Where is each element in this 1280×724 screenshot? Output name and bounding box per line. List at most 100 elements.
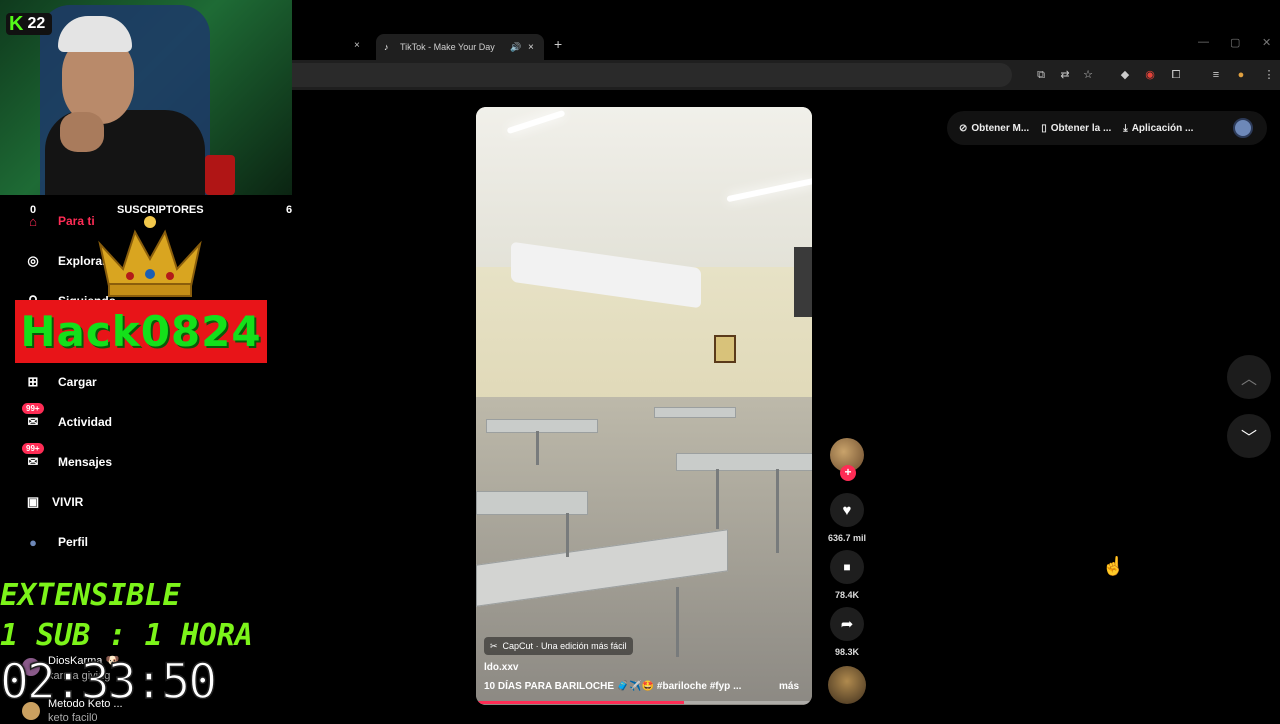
sidebar-item-label: Perfil (58, 535, 89, 549)
tab-previous[interactable]: × (292, 34, 374, 60)
desk-leg (536, 431, 539, 465)
download-icon: ⤓ (1123, 122, 1128, 134)
tab-close-icon[interactable]: × (354, 40, 360, 51)
sub-goal-end: 6 (286, 204, 293, 216)
media-control-icon[interactable]: ≡ (1209, 68, 1223, 82)
compass-icon: ◎ (27, 253, 39, 268)
extension-shield-icon[interactable]: ◉ (1143, 68, 1157, 82)
save-count: 78.4K (834, 590, 860, 600)
crown-icon (98, 216, 202, 297)
music-disc[interactable] (828, 666, 866, 704)
get-app-label: Obtener la ... (1050, 122, 1112, 134)
extensions-puzzle-icon[interactable]: ⧠ (1169, 68, 1183, 82)
streamer-name-banner: Hack0824 (15, 300, 267, 363)
live-icon: ▣ (26, 494, 40, 509)
sidebar-item-upload[interactable]: ⊞ Cargar (22, 371, 97, 393)
get-coins-button[interactable]: ⊘ Obtener M... (959, 123, 1029, 134)
cast-icon[interactable]: ⧉ (1034, 68, 1048, 82)
more-button[interactable]: más (779, 681, 799, 692)
sidebar-item-activity[interactable]: ✉ 99+ Actividad (22, 403, 112, 433)
video-player[interactable]: ✂ CapCut · Una edición más fácil ldo.xxv… (476, 107, 812, 705)
menu-kebab-icon[interactable]: ⋮ (1262, 68, 1276, 82)
previous-video-button[interactable]: ︿ (1227, 355, 1271, 399)
phone-icon: ▯ (1041, 122, 1047, 134)
coin-icon: ⊘ (959, 122, 968, 134)
sidebar-item-live[interactable]: ▣ VIVIR (22, 491, 84, 513)
tab-close-icon[interactable]: × (528, 42, 534, 53)
notification-badge: 99+ (22, 403, 44, 414)
chevron-down-icon: ﹀ (1240, 430, 1257, 447)
next-video-button[interactable]: ﹀ (1227, 414, 1271, 458)
chevron-up-icon: ︿ (1240, 371, 1257, 388)
profile-icon[interactable]: ● (1234, 68, 1248, 82)
upload-plus-icon: ⊞ (27, 374, 39, 389)
follow-button[interactable]: + (840, 465, 856, 481)
desk (654, 407, 736, 418)
get-app-bar: ⊘ Obtener M... ▯ Obtener la ... ⤓ Aplica… (947, 111, 1267, 145)
bookmark-icon: ■ (843, 560, 851, 574)
extension-diamond-icon[interactable]: ◆ (1118, 68, 1132, 82)
tab-tiktok[interactable]: ♪ TikTok - Make Your Day 🔊 × (376, 34, 544, 60)
tab-title: TikTok - Make Your Day (400, 42, 495, 52)
streamer-name: Hack0824 (20, 307, 262, 356)
share-icon: ➦ (840, 616, 854, 633)
browser-tab-strip: × ♪ TikTok - Make Your Day 🔊 × + — ▢ ✕ (292, 30, 1280, 60)
window (794, 247, 812, 317)
capcut-label: CapCut · Una edición más fácil (502, 641, 627, 651)
activity-icon: ✉ (27, 414, 39, 429)
share-count: 98.3K (834, 647, 860, 657)
bookmark-star-icon[interactable]: ☆ (1081, 68, 1095, 82)
video-author[interactable]: ldo.xxv (484, 662, 518, 673)
sidebar-item-explore[interactable]: ◎ Explorar (22, 250, 106, 272)
desktop-app-button[interactable]: ⤓ Aplicación ... (1123, 123, 1193, 134)
address-bar[interactable] (292, 63, 1012, 87)
wall-frame (714, 335, 736, 363)
close-window-button[interactable]: ✕ (1262, 36, 1271, 49)
capcut-icon: ✂ (490, 640, 498, 651)
message-icon: ✉ (27, 454, 39, 469)
kick-logo-icon: K (9, 12, 24, 35)
desktop-app-label: Aplicación ... (1131, 122, 1194, 134)
desk (486, 419, 598, 433)
sidebar-item-label: Mensajes (58, 455, 113, 469)
extensible-rule: 1 SUB : 1 HORA (0, 618, 253, 653)
streamer-hand (60, 112, 104, 152)
webcam-overlay: K 22 (0, 0, 292, 195)
sidebar-item-profile[interactable]: ● Perfil (22, 531, 88, 553)
tiktok-favicon-icon: ♪ (384, 42, 389, 52)
get-coins-label: Obtener M... (971, 122, 1030, 134)
video-progress-fill (476, 701, 685, 704)
translate-icon[interactable]: ⇄ (1058, 68, 1072, 82)
desk-leg (716, 469, 719, 529)
desk-leg (566, 513, 569, 557)
capcut-tag[interactable]: ✂ CapCut · Una edición más fácil (484, 637, 633, 655)
sidebar-item-messages[interactable]: ✉ 99+ Mensajes (22, 443, 113, 473)
sub-goal-start: 0 (30, 204, 37, 216)
sidebar-item-label: VIVIR (52, 495, 84, 509)
subathon-timer: 02:33:50 (0, 653, 218, 711)
desk-leg (676, 587, 679, 657)
kick-viewer-badge: K 22 (6, 13, 52, 35)
user-avatar[interactable] (1233, 118, 1253, 138)
extensible-title: EXTENSIBLE (0, 578, 181, 613)
heart-icon: ♥ (842, 501, 852, 519)
minimize-button[interactable]: — (1198, 36, 1209, 48)
new-tab-button[interactable]: + (554, 36, 562, 52)
notification-badge: 99+ (22, 443, 44, 454)
share-button[interactable]: ➦ (830, 607, 864, 641)
speaker-icon[interactable]: 🔊 (510, 42, 521, 53)
sidebar-item-label: Cargar (58, 375, 97, 389)
video-caption: 10 DÍAS PARA BARILOCHE 🧳✈️🤩 #bariloche #… (484, 681, 742, 692)
viewer-count: 22 (27, 15, 46, 32)
like-button[interactable]: ♥ (830, 493, 864, 527)
hand-cursor-icon: ☝ (1102, 556, 1125, 576)
chat-message: keto facil0 (48, 712, 98, 724)
desk-leg (776, 469, 779, 553)
browser-toolbar: ⧉ ⇄ ☆ ◆ ◉ ⧠ ≡ ● ⋮ (292, 60, 1280, 90)
maximize-button[interactable]: ▢ (1230, 36, 1240, 49)
save-button[interactable]: ■ (830, 550, 864, 584)
profile-avatar-icon: ● (29, 534, 37, 550)
like-count: 636.7 mil (827, 533, 867, 543)
get-app-button[interactable]: ▯ Obtener la ... (1041, 123, 1111, 134)
desk (476, 491, 588, 515)
